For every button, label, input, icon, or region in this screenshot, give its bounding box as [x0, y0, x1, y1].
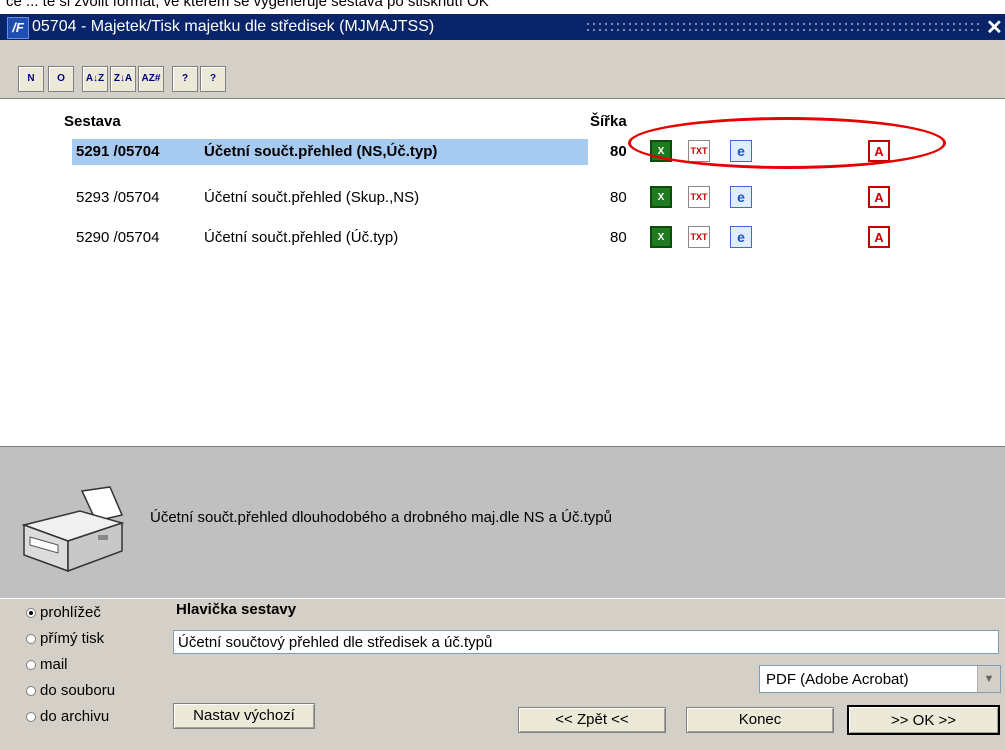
report-number: 5291 /05704	[76, 143, 160, 160]
text-export-icon[interactable]: TXT	[688, 226, 710, 248]
sort-custom-button[interactable]: AZ#	[138, 66, 164, 92]
ok-button[interactable]: >> OK >>	[847, 705, 1000, 735]
radio-dot	[26, 712, 36, 722]
report-number: 5290 /05704	[76, 229, 160, 246]
app-icon: /F	[7, 17, 29, 39]
radio-dot	[26, 634, 36, 644]
radio-mail[interactable]: mail	[26, 656, 68, 673]
context-help-button[interactable]: ?	[200, 66, 226, 92]
top-instruction-strip: ce ... te si zvolit formát, ve kterém se…	[0, 0, 1005, 14]
top-instruction-text: ce ... te si zvolit formát, ve kterém se…	[6, 0, 489, 10]
report-row[interactable]: 5291 /05704 Účetní součt.přehled (NS,Úč.…	[0, 139, 1005, 165]
format-select[interactable]: PDF (Adobe Acrobat) ▼	[759, 665, 1001, 693]
back-button[interactable]: << Zpět <<	[518, 707, 666, 733]
radio-dot	[26, 608, 36, 618]
excel-export-icon[interactable]: X	[650, 140, 672, 162]
close-icon[interactable]: ✕	[986, 15, 1003, 40]
column-header-width: Šířka	[590, 113, 627, 130]
title-bar: /F 05704 - Majetek/Tisk majetku dle stře…	[0, 14, 1005, 40]
help-button[interactable]: ?	[172, 66, 198, 92]
report-header-label: Hlavička sestavy	[176, 601, 297, 618]
title-bar-pattern	[585, 21, 983, 33]
html-export-icon[interactable]: e	[730, 226, 752, 248]
report-number: 5293 /05704	[76, 189, 160, 206]
html-export-icon[interactable]: e	[730, 186, 752, 208]
pdf-export-icon[interactable]: A	[868, 186, 890, 208]
text-export-icon[interactable]: TXT	[688, 186, 710, 208]
radio-direct-print[interactable]: přímý tisk	[26, 630, 104, 647]
report-list: Sestava Šířka 5291 /05704 Účetní součt.p…	[0, 98, 1005, 447]
toolbar: N O A↓Z Z↓A AZ# ? ?	[0, 40, 1005, 98]
radio-to-file[interactable]: do souboru	[26, 682, 115, 699]
sort-desc-button[interactable]: Z↓A	[110, 66, 136, 92]
excel-export-icon[interactable]: X	[650, 226, 672, 248]
pdf-export-icon[interactable]: A	[868, 140, 890, 162]
set-defaults-button[interactable]: Nastav výchozí	[173, 703, 315, 729]
report-name: Účetní součt.přehled (Skup.,NS)	[204, 189, 420, 206]
pdf-export-icon[interactable]: A	[868, 226, 890, 248]
radio-to-archive[interactable]: do archivu	[26, 708, 109, 725]
report-width: 80	[610, 229, 627, 246]
end-button[interactable]: Konec	[686, 707, 834, 733]
radio-dot	[26, 686, 36, 696]
printer-icon	[21, 486, 125, 573]
radio-dot	[26, 660, 36, 670]
report-width: 80	[610, 189, 627, 206]
sort-asc-button[interactable]: A↓Z	[82, 66, 108, 92]
format-select-value: PDF (Adobe Acrobat)	[766, 671, 909, 688]
chevron-down-icon[interactable]: ▼	[977, 666, 1000, 692]
column-header-report: Sestava	[64, 113, 121, 130]
excel-export-icon[interactable]: X	[650, 186, 672, 208]
window-title: 05704 - Majetek/Tisk majetku dle středis…	[32, 18, 435, 35]
new-report-button[interactable]: N	[18, 66, 44, 92]
html-export-icon[interactable]: e	[730, 140, 752, 162]
report-width: 80	[610, 143, 627, 160]
report-name: Účetní součt.přehled (NS,Úč.typ)	[204, 143, 438, 160]
report-header-input[interactable]	[173, 630, 999, 654]
report-row[interactable]: 5290 /05704 Účetní součt.přehled (Úč.typ…	[0, 225, 1005, 251]
text-export-icon[interactable]: TXT	[688, 140, 710, 162]
report-name: Účetní součt.přehled (Úč.typ)	[204, 229, 399, 246]
open-report-button[interactable]: O	[48, 66, 74, 92]
output-panel: prohlížeč přímý tisk mail do souboru do …	[0, 598, 1005, 750]
radio-viewer[interactable]: prohlížeč	[26, 604, 101, 621]
report-row[interactable]: 5293 /05704 Účetní součt.přehled (Skup.,…	[0, 185, 1005, 211]
report-description: Účetní součt.přehled dlouhodobého a drob…	[150, 509, 612, 526]
description-panel: Účetní součt.přehled dlouhodobého a drob…	[0, 446, 1005, 599]
